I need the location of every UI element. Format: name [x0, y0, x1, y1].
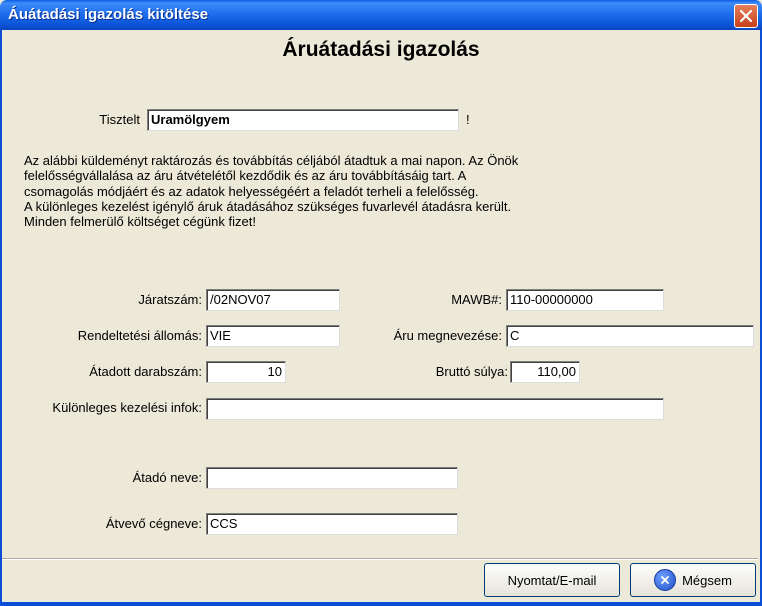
paragraph-line: A különleges kezelést igénylő áruk átadá… [24, 198, 512, 214]
brutto-label: Bruttó súlya: [435, 364, 508, 379]
paragraph-line: felelősségvállalása az áru átvételétől k… [24, 168, 467, 184]
rendeltetes-label: Rendeltetési állomás: [77, 328, 202, 343]
salutation-label: Tisztelt [99, 112, 140, 127]
print-email-label: Nyomtat/E-mail [507, 572, 597, 588]
brutto-input[interactable]: 110,00 [510, 361, 580, 383]
cancel-icon [654, 569, 677, 591]
atado-input[interactable] [206, 467, 458, 489]
print-email-button[interactable]: Nyomtat/E-mail [484, 563, 620, 597]
cancel-button[interactable]: Mégsem [630, 563, 756, 597]
darab-label: Átadott darabszám: [89, 364, 202, 379]
paragraph-line: csomagolás módjáért és az adatok helyess… [24, 183, 479, 199]
mawb-label: MAWB#: [451, 292, 502, 307]
cancel-label: Mégsem [682, 572, 732, 588]
paragraph-line: Az alábbi küldeményt raktározás és továb… [24, 153, 519, 168]
paragraph-line: Minden felmerülő költséget cégünk fizet! [24, 214, 256, 230]
rendeltetes-input[interactable]: VIE [206, 325, 340, 347]
atvevo-input[interactable]: CCS [206, 513, 458, 535]
darab-input[interactable]: 10 [206, 361, 286, 383]
info-paragraph: Az alábbi küldeményt raktározás és továb… [24, 153, 664, 229]
kulonleges-label: Különleges kezelési infok: [52, 400, 202, 415]
megnevezes-label: Áru megnevezése: [393, 328, 502, 343]
page-title: Áruátadási igazolás [282, 38, 480, 61]
jarat-input[interactable]: /02NOV07 [206, 289, 340, 311]
salutation-input[interactable]: Uramölgyem [147, 109, 459, 131]
mawb-input[interactable]: 110-00000000 [506, 289, 664, 311]
megnevezes-input[interactable]: C [506, 325, 754, 347]
atado-label: Átadó neve: [132, 470, 202, 485]
window-title: Áuátadási igazolás kitöltése [8, 6, 209, 23]
title-bar: Áuátadási igazolás kitöltése [0, 0, 762, 30]
jarat-label: Járatszám: [138, 292, 202, 307]
salutation-suffix: ! [466, 112, 470, 127]
close-icon [740, 10, 752, 22]
kulonleges-input[interactable] [206, 398, 664, 420]
atvevo-label: Átvevő cégneve: [105, 516, 202, 531]
close-button[interactable] [734, 4, 758, 28]
bottom-separator [2, 558, 758, 560]
